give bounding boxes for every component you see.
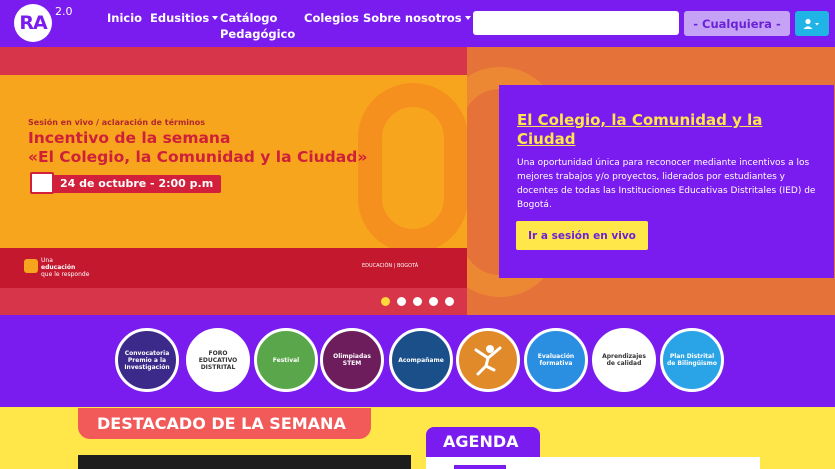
filter-dropdown-button[interactable]: - Cualquiera - — [684, 11, 790, 36]
program-label: Festival — [272, 356, 300, 364]
program-link-acompaname[interactable]: Acompañame — [389, 328, 453, 392]
agenda-section-header: AGENDA — [426, 427, 540, 457]
nav-sobre-nosotros[interactable]: Sobre nosotros — [363, 10, 471, 26]
ra-logo[interactable]: RA — [14, 4, 52, 42]
calendar-icon — [30, 172, 54, 194]
nav-edusitios[interactable]: Edusitios — [150, 10, 219, 26]
education-logo-icon — [24, 259, 38, 273]
nav-sobre-label: Sobre nosotros — [363, 11, 462, 25]
carousel-indicators — [381, 297, 454, 306]
carousel-dot[interactable] — [397, 297, 406, 306]
banner-title: Incentivo de la semana «El Colegio, la C… — [28, 129, 448, 167]
carousel-dot[interactable] — [381, 297, 390, 306]
banner-subtitle: Sesión en vivo / aclaración de términos — [28, 118, 205, 127]
carousel-dot[interactable] — [429, 297, 438, 306]
nav-catalogo-line1: Catálogo — [220, 11, 278, 25]
program-label: Plan Distrital de Bilingüismo — [666, 353, 718, 367]
top-navbar: RA 2.0 Inicio Edusitios Catálogo Pedagóg… — [0, 0, 835, 47]
slogan-line2: educación — [41, 264, 76, 271]
program-label: Aprendizajes de calidad — [602, 353, 646, 367]
nav-inicio-label: Inicio — [107, 11, 143, 25]
chevron-down-icon — [464, 16, 471, 20]
logo-text: RA — [19, 12, 47, 34]
program-links-strip: Convocatoria Premio a la Investigación F… — [0, 315, 835, 407]
event-info-card: El Colegio, la Comunidad y la Ciudad Una… — [499, 85, 834, 278]
program-link-festival[interactable]: Festival — [254, 328, 318, 392]
program-link-bienestar[interactable] — [456, 328, 520, 392]
user-menu-button[interactable] — [795, 11, 829, 36]
program-label: Olimpiadas STEM — [333, 353, 371, 367]
nav-inicio[interactable]: Inicio — [107, 10, 142, 26]
live-session-button[interactable]: Ir a sesión en vivo — [516, 221, 648, 250]
slogan-line3: que le responde — [41, 271, 90, 278]
banner-date: 24 de octubre - 2:00 p.m — [32, 175, 222, 193]
agenda-date-chip — [454, 465, 506, 469]
program-link-bilinguismo[interactable]: Plan Distrital de Bilingüismo — [660, 328, 724, 392]
event-card-description: Una oportunidad única para reconocer med… — [517, 158, 816, 210]
program-link-olimpiadas[interactable]: Olimpiadas STEM — [320, 328, 384, 392]
program-link-foro[interactable]: FORO EDUCATIVO DISTRITAL — [186, 328, 250, 392]
banner-title-line2: «El Colegio, la Comunidad y la Ciudad» — [28, 148, 368, 166]
bogota-logo: EDUCACIÓN | BOGOTÁ — [362, 263, 419, 269]
featured-video[interactable] — [78, 455, 411, 469]
event-banner-image[interactable]: Sesión en vivo / aclaración de términos … — [0, 75, 467, 288]
user-icon — [803, 18, 819, 29]
chevron-down-icon — [212, 16, 219, 20]
nav-colegios[interactable]: Colegios — [304, 10, 359, 26]
program-link-evaluacion[interactable]: Evaluación formativa — [524, 328, 588, 392]
program-link-aprendizajes[interactable]: Aprendizajes de calidad — [592, 328, 656, 392]
featured-section-header: DESTACADO DE LA SEMANA — [78, 408, 371, 439]
program-label: FORO EDUCATIVO DISTRITAL — [198, 349, 238, 371]
nav-colegios-label: Colegios — [304, 11, 360, 25]
carousel-dot[interactable] — [445, 297, 454, 306]
version-label: 2.0 — [55, 5, 73, 18]
hero-carousel: Sesión en vivo / aclaración de términos … — [0, 47, 835, 315]
banner-slogan: Una educación que le responde — [41, 257, 89, 278]
person-jumping-icon — [474, 345, 502, 376]
slogan-line1: Una — [41, 257, 53, 264]
search-input[interactable] — [473, 11, 679, 35]
program-label: Acompañame — [398, 356, 444, 364]
nav-edusitios-label: Edusitios — [150, 11, 210, 25]
program-link-convocatoria[interactable]: Convocatoria Premio a la Investigación — [115, 328, 179, 392]
nav-catalogo[interactable]: Catálogo Pedagógico — [220, 10, 295, 42]
banner-title-line1: Incentivo de la semana — [28, 129, 231, 147]
nav-catalogo-line2: Pedagógico — [220, 27, 296, 41]
banner-decoration — [358, 83, 467, 253]
program-label: Evaluación formativa — [537, 353, 575, 367]
banner-footer: Una educación que le responde EDUCACIÓN … — [0, 248, 467, 288]
program-label: Convocatoria Premio a la Investigación — [124, 349, 170, 371]
carousel-dot[interactable] — [413, 297, 422, 306]
event-card-title[interactable]: El Colegio, la Comunidad y la Ciudad — [517, 111, 817, 149]
